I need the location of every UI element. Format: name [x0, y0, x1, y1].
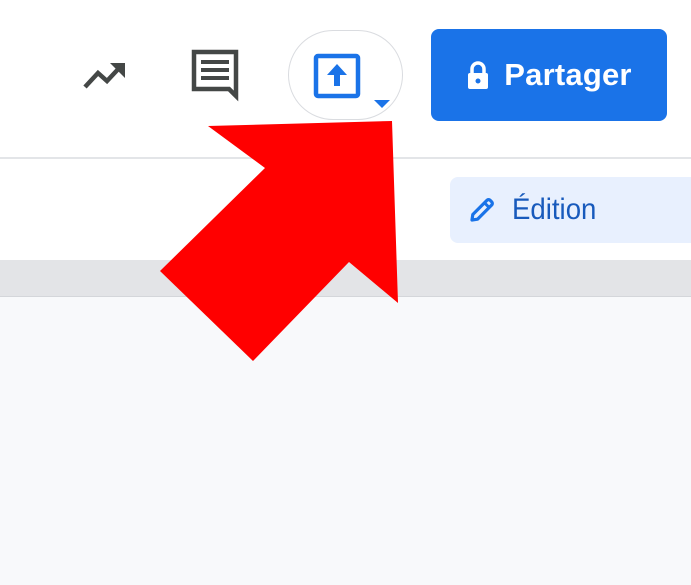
pencil-icon — [470, 198, 494, 222]
secondary-toolbar: Édition — [0, 159, 691, 260]
page: Partager Édition — [0, 0, 691, 585]
ruler-band — [0, 260, 691, 297]
editing-mode-button[interactable]: Édition — [450, 177, 691, 243]
lock-icon — [468, 61, 489, 89]
document-canvas[interactable] — [0, 297, 691, 585]
editing-mode-label: Édition — [512, 193, 597, 226]
top-toolbar: Partager — [0, 0, 691, 158]
share-button[interactable]: Partager — [431, 29, 667, 121]
comments-button[interactable] — [186, 44, 244, 106]
activity-dashboard-button[interactable] — [76, 52, 132, 98]
share-button-label: Partager — [504, 57, 632, 92]
trending-up-icon — [83, 63, 125, 89]
comment-lines-icon — [191, 49, 239, 102]
present-to-screen-icon — [313, 53, 361, 99]
caret-down-icon[interactable] — [373, 99, 391, 109]
present-button[interactable] — [288, 30, 403, 120]
